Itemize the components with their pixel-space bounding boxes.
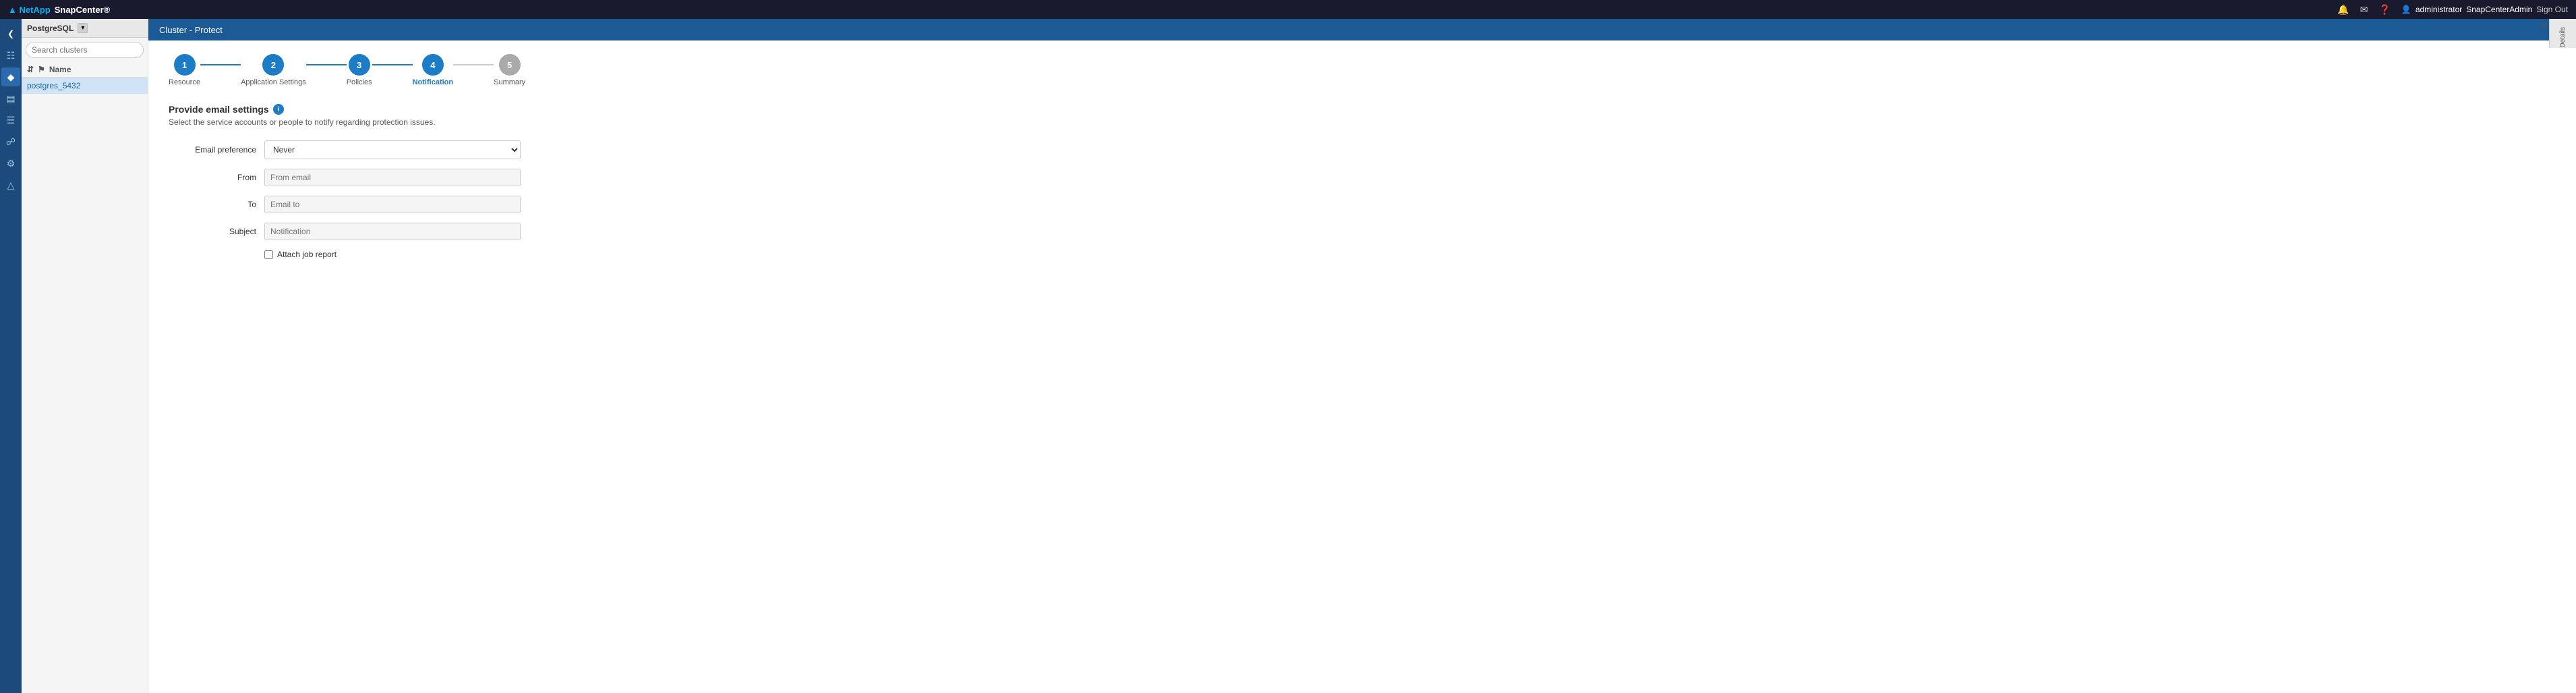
apps-icon[interactable]: ☷ <box>1 46 20 65</box>
section-subtitle: Select the service accounts or people to… <box>169 117 2556 127</box>
connector-3-4 <box>372 64 413 65</box>
left-sidebar: ❮ ☷ ◆ ▤ ☰ ☍ ⚙ △ <box>0 19 22 693</box>
connector-2-3 <box>306 64 347 65</box>
user-info: 👤 administrator SnapCenterAdmin Sign Out <box>2401 5 2568 14</box>
top-nav-left: ▲ NetApp SnapCenter® <box>8 5 110 15</box>
cluster-name: postgres_5432 <box>27 81 80 90</box>
top-navbar: ▲ NetApp SnapCenter® 🔔 ✉ ❓ 👤 administrat… <box>0 0 2576 19</box>
plugin-dropdown-btn[interactable]: ▾ <box>78 23 88 33</box>
subject-label: Subject <box>169 227 256 236</box>
reports-icon[interactable]: ☰ <box>1 111 20 130</box>
topology-icon[interactable]: ☍ <box>1 132 20 151</box>
breadcrumb: Cluster - Protect <box>159 25 223 35</box>
breadcrumb-bar: Cluster - Protect ✕ <box>148 19 2576 40</box>
netapp-logo: ▲ NetApp <box>8 5 51 15</box>
section-title: Provide email settings i <box>169 104 2556 115</box>
wizard-step-4[interactable]: 4 Notification <box>413 54 454 86</box>
wizard-steps: 1 Resource 2 Application Settings 3 Poli… <box>148 40 2576 93</box>
step-2-circle: 2 <box>262 54 284 76</box>
settings-icon[interactable]: ⚙ <box>1 154 20 173</box>
shield-icon[interactable]: ◆ <box>1 67 20 86</box>
step-4-label: Notification <box>413 78 454 86</box>
plugin-sidebar: PostgreSQL ▾ ⇵ ⚑ Name postgres_5432 <box>22 19 148 693</box>
username[interactable]: administrator <box>2416 5 2462 14</box>
main-content: Cluster - Protect ✕ 1 Resource 2 Applica… <box>148 19 2576 693</box>
step-1-label: Resource <box>169 78 200 86</box>
signout-link[interactable]: Sign Out <box>2536 5 2568 14</box>
connector-4-5 <box>453 64 494 65</box>
wizard-step-5[interactable]: 5 Summary <box>494 54 525 86</box>
sort-icon: ⇵ <box>27 65 34 74</box>
name-column-header: Name <box>49 65 71 74</box>
email-preference-select[interactable]: Never Always On Failure On Failure or Wa… <box>264 140 521 159</box>
mail-icon[interactable]: ✉ <box>2360 4 2368 16</box>
wizard-step-3[interactable]: 3 Policies <box>347 54 372 86</box>
bell-icon[interactable]: 🔔 <box>2337 4 2349 16</box>
chart-icon[interactable]: ▤ <box>1 89 20 108</box>
subject-input[interactable] <box>264 223 521 240</box>
subject-row: Subject <box>169 223 2556 240</box>
step-2-label: Application Settings <box>241 78 306 86</box>
user-icon: 👤 <box>2401 5 2411 14</box>
app-name: SnapCenter® <box>55 5 111 15</box>
tenant-name[interactable]: SnapCenterAdmin <box>2466 5 2532 14</box>
app-brand: ▲ NetApp SnapCenter® <box>8 5 110 15</box>
from-email-input[interactable] <box>264 169 521 186</box>
cluster-list-item[interactable]: postgres_5432 <box>22 78 148 94</box>
details-panel-label: Details <box>2559 27 2567 48</box>
notification-form: Provide email settings i Select the serv… <box>148 93 2576 270</box>
step-3-label: Policies <box>347 78 372 86</box>
wizard-step-1[interactable]: 1 Resource <box>169 54 200 86</box>
info-icon[interactable]: i <box>273 104 284 115</box>
to-row: To <box>169 196 2556 213</box>
step-3-circle: 3 <box>349 54 370 76</box>
email-preference-row: Email preference Never Always On Failure… <box>169 140 2556 159</box>
collapse-icon[interactable]: ❮ <box>1 24 20 43</box>
step-5-circle: 5 <box>499 54 521 76</box>
search-input[interactable] <box>26 42 144 58</box>
to-label: To <box>169 200 256 209</box>
wizard-step-2[interactable]: 2 Application Settings <box>241 54 306 86</box>
attach-job-report-label[interactable]: Attach job report <box>277 250 336 259</box>
connector-1-2 <box>200 64 241 65</box>
to-email-input[interactable] <box>264 196 521 213</box>
close-button[interactable]: ✕ <box>2540 20 2548 32</box>
table-header: ⇵ ⚑ Name <box>22 62 148 78</box>
details-panel: Details <box>2549 19 2576 48</box>
alert-icon[interactable]: △ <box>1 175 20 194</box>
plugin-header: PostgreSQL ▾ <box>22 19 148 38</box>
step-5-label: Summary <box>494 78 525 86</box>
flag-icon: ⚑ <box>38 65 45 74</box>
attach-job-report-checkbox[interactable] <box>264 250 273 259</box>
from-row: From <box>169 169 2556 186</box>
help-icon[interactable]: ❓ <box>2378 4 2390 16</box>
step-1-circle: 1 <box>174 54 196 76</box>
top-nav-right: 🔔 ✉ ❓ 👤 administrator SnapCenterAdmin Si… <box>2337 4 2568 16</box>
step-4-circle: 4 <box>422 54 444 76</box>
plugin-title: PostgreSQL <box>27 24 74 33</box>
email-preference-label: Email preference <box>169 145 256 155</box>
from-label: From <box>169 173 256 182</box>
attach-job-report-row: Attach job report <box>264 250 2556 259</box>
